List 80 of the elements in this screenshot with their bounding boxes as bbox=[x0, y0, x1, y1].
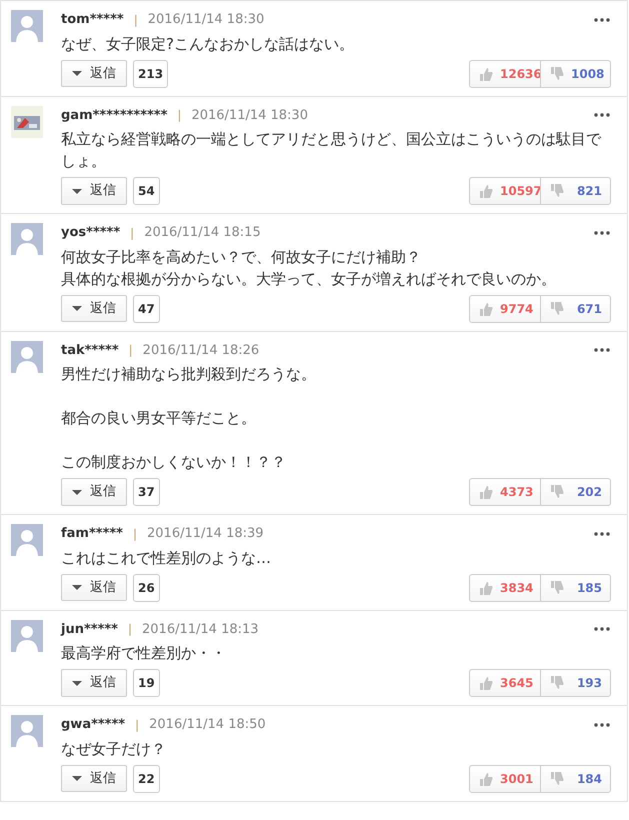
comment-line: この制度おかしくないか！！？？ bbox=[61, 452, 287, 473]
reply-button[interactable]: 返信 bbox=[61, 177, 127, 205]
comment-line: 何故女子比率を高めたい？で、何故女子にだけ補助？ bbox=[61, 246, 422, 268]
comment-line: 都合の良い男女平等だこと。 bbox=[61, 408, 257, 429]
user-name[interactable]: tom***** bbox=[61, 10, 124, 30]
dislike-button[interactable]: 185 bbox=[540, 574, 610, 600]
reply-count: 37 bbox=[133, 478, 160, 506]
comment-line: なぜ、女子限定?こんなおかしな話はない。 bbox=[61, 34, 355, 54]
comment-line: 最高学府で性差別か・・ bbox=[61, 643, 227, 664]
timestamp: 2016/11/14 18:26 bbox=[142, 342, 260, 360]
separator: | bbox=[132, 526, 138, 543]
more-icon[interactable] bbox=[593, 722, 611, 728]
caret-icon bbox=[72, 776, 82, 781]
separator: | bbox=[128, 342, 133, 360]
reply-count: 22 bbox=[133, 764, 160, 792]
user-name[interactable]: yos***** bbox=[61, 223, 120, 242]
reply-count: 26 bbox=[133, 574, 160, 602]
comment-line: 具体的な根拠が分からない。大学って、女子が増えればそれで良いのか。 bbox=[61, 268, 557, 290]
timestamp: 2016/11/14 18:30 bbox=[148, 11, 264, 29]
more-icon[interactable] bbox=[593, 530, 611, 537]
thumbs-down-icon bbox=[549, 580, 565, 596]
reply-button[interactable]: 返信 bbox=[61, 60, 127, 88]
caret-icon bbox=[72, 188, 82, 194]
comment-line: 私立なら経営戦略の一端としてアリだと思うけど、国公立はこういうのは駄目でしょ。 bbox=[61, 129, 602, 172]
thumbs-up-icon bbox=[478, 484, 494, 500]
reply-button[interactable]: 返信 bbox=[61, 478, 127, 506]
reply-count: 54 bbox=[133, 177, 160, 205]
thumbs-up-icon bbox=[478, 770, 494, 786]
timestamp: 2016/11/14 18:13 bbox=[142, 620, 259, 638]
reply-button[interactable]: 返信 bbox=[61, 294, 127, 322]
thumbs-down-icon bbox=[549, 300, 565, 316]
reply-count: 47 bbox=[133, 294, 160, 322]
thumbs-up-icon bbox=[478, 580, 494, 596]
timestamp: 2016/11/14 18:50 bbox=[149, 716, 266, 734]
separator: | bbox=[130, 224, 134, 242]
more-icon[interactable] bbox=[593, 112, 611, 118]
more-icon[interactable] bbox=[593, 347, 611, 354]
separator: | bbox=[134, 12, 138, 29]
thumbs-down-icon bbox=[549, 675, 565, 691]
thumbs-down-icon bbox=[549, 770, 565, 786]
caret-icon bbox=[72, 680, 82, 686]
reply-count: 19 bbox=[133, 669, 160, 697]
comment-line: 男性だけ補助なら批判殺到だろうな。 bbox=[61, 364, 317, 385]
comment-line: これはこれで性差別のような… bbox=[61, 548, 272, 568]
dislike-button[interactable]: 1008 bbox=[540, 60, 610, 86]
thumbs-up-icon bbox=[478, 675, 494, 691]
reply-button[interactable]: 返信 bbox=[61, 669, 127, 697]
reply-button[interactable]: 返信 bbox=[61, 764, 127, 792]
separator: | bbox=[135, 716, 140, 734]
caret-icon bbox=[72, 71, 82, 76]
separator: | bbox=[177, 107, 182, 124]
thumbs-up-icon bbox=[478, 300, 494, 316]
dislike-button[interactable]: 184 bbox=[540, 766, 610, 792]
caret-icon bbox=[72, 585, 82, 590]
thumbs-down-icon bbox=[549, 484, 565, 500]
timestamp: 2016/11/14 18:39 bbox=[147, 525, 264, 543]
timestamp: 2016/11/14 18:15 bbox=[144, 224, 261, 242]
caret-icon bbox=[72, 490, 82, 494]
dislike-button[interactable]: 193 bbox=[540, 670, 610, 696]
thumbs-down-icon bbox=[549, 183, 565, 199]
user-name[interactable]: gwa***** bbox=[61, 715, 126, 734]
caret-icon bbox=[72, 306, 82, 311]
thumbs-up-icon bbox=[478, 183, 494, 199]
more-icon[interactable] bbox=[593, 626, 611, 632]
more-icon[interactable] bbox=[593, 230, 611, 236]
reply-button[interactable]: 返信 bbox=[61, 574, 127, 602]
more-icon[interactable] bbox=[593, 16, 611, 23]
separator: | bbox=[128, 621, 132, 638]
thumbs-up-icon bbox=[478, 66, 494, 82]
user-name[interactable]: jun***** bbox=[61, 620, 118, 639]
user-name[interactable]: fam***** bbox=[61, 524, 123, 544]
comment-line: なぜ女子だけ？ bbox=[61, 738, 167, 760]
user-name[interactable]: gam*********** bbox=[61, 106, 168, 125]
dislike-button[interactable]: 821 bbox=[540, 178, 610, 204]
reply-count: 213 bbox=[133, 60, 168, 88]
timestamp: 2016/11/14 18:30 bbox=[191, 106, 308, 124]
thumbs-down-icon bbox=[549, 66, 565, 82]
dislike-button[interactable]: 202 bbox=[540, 479, 610, 505]
user-name[interactable]: tak***** bbox=[61, 340, 119, 360]
dislike-button[interactable]: 671 bbox=[540, 296, 610, 322]
